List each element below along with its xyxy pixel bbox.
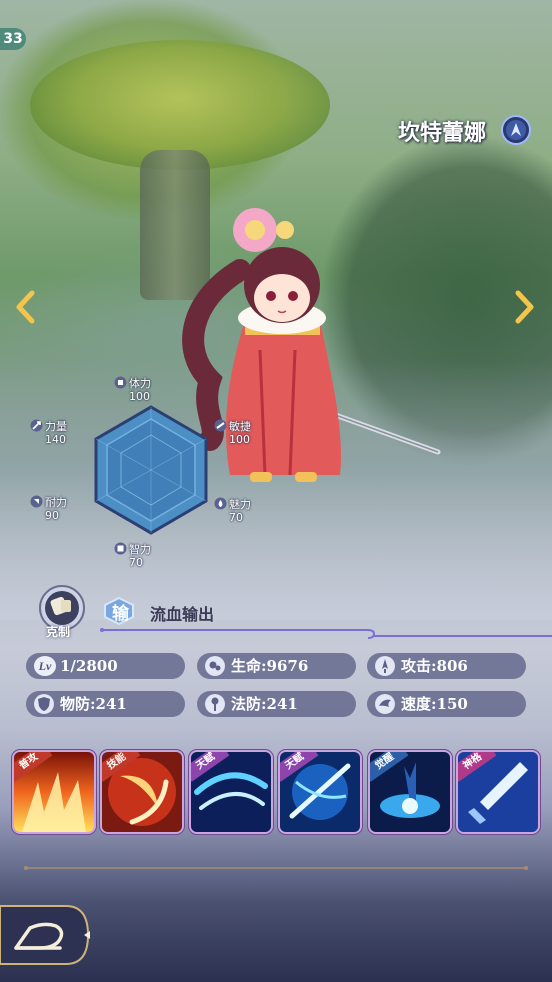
stat-magic-def-text: 法防:241	[231, 695, 298, 713]
attr-endurance-value: 90	[45, 509, 59, 522]
attr-stamina-label: 体力	[129, 377, 151, 390]
shield-icon	[34, 694, 54, 714]
attr-intelligence-value: 70	[129, 556, 143, 569]
stat-phys-def-text: 物防:241	[60, 695, 127, 713]
stat-speed: 速度:150	[367, 691, 526, 717]
stat-level-text: 1/2800	[60, 657, 118, 675]
attr-charm-value: 70	[229, 511, 243, 524]
section-divider	[24, 866, 528, 870]
type-underline	[100, 628, 552, 639]
attr-stamina-value: 100	[129, 390, 150, 403]
attack-icon	[375, 656, 395, 676]
attr-intelligence: 智力 70	[114, 542, 151, 569]
skill-slot-5[interactable]: 觉醒	[370, 752, 450, 832]
attr-agility-label: 敏捷	[229, 420, 251, 433]
hero-character-sprite[interactable]	[170, 190, 450, 500]
attr-charm-label: 魅力	[229, 498, 251, 511]
intelligence-icon	[114, 542, 127, 555]
attr-agility: 敏捷 100	[214, 419, 251, 446]
stat-hp-text: 生命:9676	[231, 657, 309, 675]
stat-attack-text: 攻击:806	[401, 657, 468, 675]
skill-slot-3[interactable]: 天赋	[191, 752, 271, 832]
attr-strength-label: 力量	[45, 420, 67, 433]
damage-type-text: 流血输出	[150, 605, 215, 624]
next-hero-arrow-icon[interactable]	[512, 290, 536, 324]
attr-strength-value: 140	[45, 433, 66, 446]
attr-endurance-label: 耐力	[45, 496, 67, 509]
attr-agility-value: 100	[229, 433, 250, 446]
speed-icon	[375, 694, 395, 714]
magic-icon	[205, 694, 225, 714]
stamina-icon	[114, 376, 127, 389]
charm-icon	[214, 497, 227, 510]
attr-charm: 魅力 70	[214, 497, 251, 524]
skill-slot-6[interactable]: 神格	[458, 752, 538, 832]
skill-slot-4[interactable]: 天赋	[280, 752, 360, 832]
agility-icon	[214, 419, 227, 432]
attribute-radar-chart	[94, 405, 208, 535]
skill-slot-2[interactable]: 技能	[102, 752, 182, 832]
hp-icon	[205, 656, 225, 676]
attr-endurance: 耐力 90	[30, 495, 67, 522]
stat-hp: 生命:9676	[197, 653, 356, 679]
strength-icon	[30, 419, 43, 432]
attr-intelligence-label: 智力	[129, 543, 151, 556]
attr-strength: 力量 140	[30, 419, 67, 446]
level-icon: Lv	[34, 656, 56, 676]
stat-level: Lv 1/2800	[26, 653, 185, 679]
class-icon[interactable]	[500, 114, 532, 146]
stat-magic-def: 法防:241	[197, 691, 356, 717]
hero-name: 坎特蕾娜	[397, 120, 486, 146]
stat-attack: 攻击:806	[367, 653, 526, 679]
endurance-icon	[30, 495, 43, 508]
previous-hero-arrow-icon[interactable]	[14, 290, 38, 324]
counter-label: 克制	[46, 625, 71, 639]
damage-type-char: 输	[112, 604, 129, 624]
stat-phys-def: 物防:241	[26, 691, 185, 717]
back-button-icon[interactable]	[0, 904, 96, 966]
stat-speed-text: 速度:150	[401, 695, 468, 713]
player-level-badge: 33	[0, 28, 26, 50]
skill-slot-1[interactable]: 普攻	[14, 752, 94, 832]
attr-stamina: 体力 100	[114, 376, 151, 403]
